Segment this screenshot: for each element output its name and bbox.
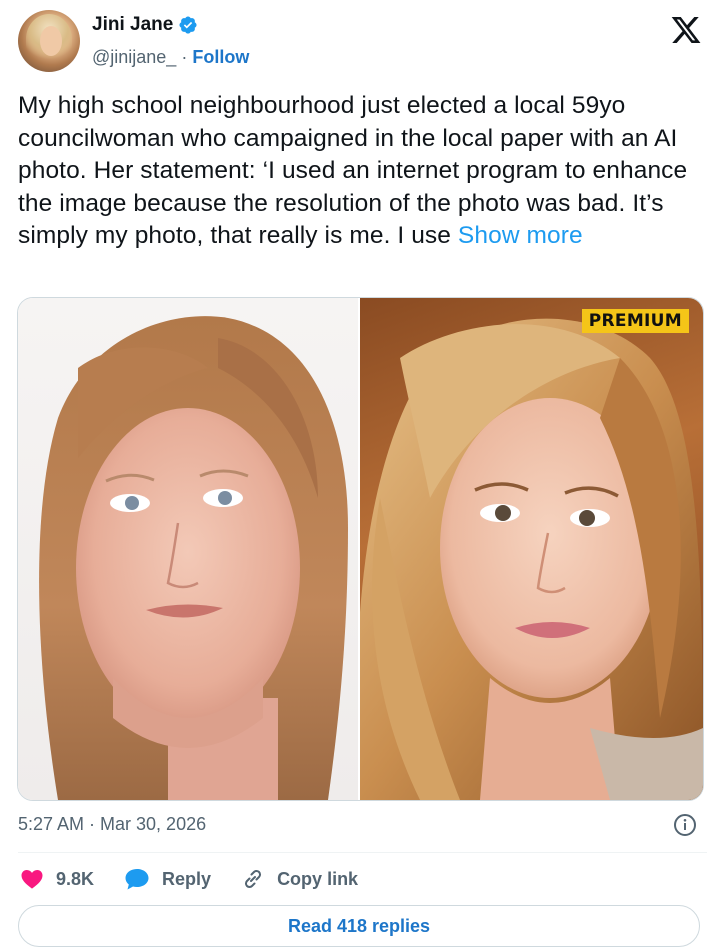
info-icon[interactable] <box>673 813 697 837</box>
tweet-body: My high school neighbourhood just electe… <box>18 92 688 249</box>
read-replies-button[interactable]: Read 418 replies <box>18 905 700 947</box>
premium-badge: PREMIUM <box>581 309 689 333</box>
copy-link-button[interactable]: Copy link <box>241 867 358 891</box>
author-name-row: Jini Jane <box>92 14 198 36</box>
tweet-text: My high school neighbourhood just electe… <box>18 90 708 253</box>
heart-icon <box>21 870 43 889</box>
x-logo-icon[interactable] <box>669 14 703 46</box>
link-icon <box>245 869 262 889</box>
avatar-face <box>40 26 62 56</box>
handle-row: @jinijane_ · Follow <box>92 47 249 68</box>
follow-link[interactable]: Follow <box>192 47 249 67</box>
tweet-timestamp[interactable]: 5:27 AM · Mar 30, 2026 <box>18 814 206 835</box>
photo-after: PREMIUM <box>356 298 703 800</box>
verified-badge-icon <box>179 16 197 34</box>
copy-link-label: Copy link <box>277 868 359 889</box>
tweet-card: Jini Jane @jinijane_ · Follow My high sc… <box>0 0 725 952</box>
photo-before-illustration <box>39 316 348 800</box>
photo-before <box>18 298 358 800</box>
action-bar: 9.8K Reply Copy link <box>20 862 388 896</box>
divider-line <box>18 852 707 853</box>
handle-separator: · <box>181 47 188 67</box>
reply-button[interactable]: Reply <box>124 867 211 891</box>
avatar[interactable] <box>18 10 80 72</box>
photo-after-illustration <box>356 318 703 800</box>
show-more-link[interactable]: Show more <box>458 222 583 249</box>
author-name[interactable]: Jini Jane <box>92 14 173 36</box>
author-handle[interactable]: @jinijane_ <box>92 47 176 67</box>
like-button[interactable]: 9.8K <box>20 867 94 891</box>
reply-bubble-icon <box>125 869 149 890</box>
reply-label: Reply <box>162 868 212 889</box>
like-count: 9.8K <box>56 868 95 889</box>
tweet-media[interactable]: PREMIUM <box>17 297 704 801</box>
